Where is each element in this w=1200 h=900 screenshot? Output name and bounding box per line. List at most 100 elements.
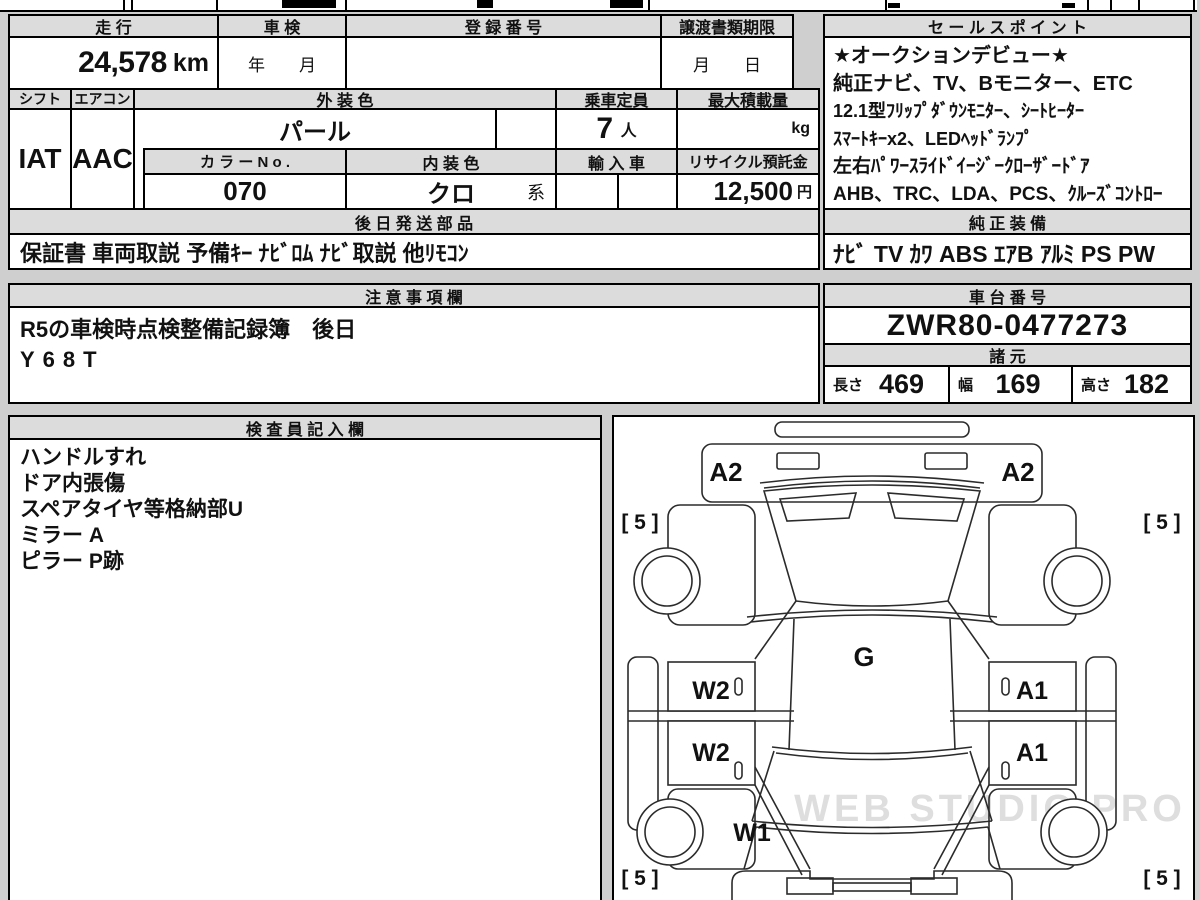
rear-garnish-bar — [832, 882, 912, 892]
genuine-equipment-header: 純 正 装 備 — [823, 208, 1192, 235]
scan-artifact — [610, 0, 643, 8]
inspector-line: ピラー P跡 — [20, 550, 124, 573]
divider — [345, 0, 347, 10]
car-top-view-diagram: WEB STUDIO.PRO A2 A2 [5] [5] G W2 W2… — [621, 421, 1182, 900]
taillight-right — [910, 877, 958, 895]
height-label: 高さ — [1081, 377, 1112, 394]
capacity-unit: 人 — [620, 123, 637, 140]
auction-sheet: 走 行 車 検 登 録 番 号 譲渡書類期限 24,578 km 年 月 月 日… — [0, 0, 1200, 900]
width-cell: 幅 169 — [948, 365, 1073, 404]
capacity-value: 7 人 — [555, 108, 678, 150]
chassis-number-value: ZWR80-0477273 — [823, 306, 1192, 345]
aircon-header: エアコン — [70, 88, 135, 110]
wiper-left — [778, 492, 858, 522]
damage-label-door-front-left: W2 — [692, 677, 730, 705]
hood-panel — [701, 443, 1043, 503]
recycle-deposit-value: 12,500 円 — [676, 173, 820, 210]
inspector-line: ミラー A — [20, 524, 104, 547]
chassis-number-header: 車 台 番 号 — [823, 283, 1192, 308]
exterior-color-header: 外 装 色 — [133, 88, 557, 110]
aircon-value: AAC — [70, 108, 135, 210]
sales-point-line: 純正ナビ、TV、Bモニター、ETC — [833, 72, 1133, 95]
interior-color-suffix: 系 — [527, 182, 545, 203]
capacity-header: 乗車定員 — [555, 88, 678, 110]
import-value-left — [555, 173, 619, 210]
inspector-header: 検 査 員 記 入 欄 — [8, 415, 602, 440]
divider — [123, 0, 125, 10]
shift-header: シフト — [8, 88, 72, 110]
genuine-equipment-value: ﾅﾋﾞ TV ｶﾜ ABS ｴｱB ｱﾙﾐ PS PW — [823, 233, 1192, 270]
sales-points-header: セ ー ル ス ポ イ ン ト — [823, 14, 1192, 38]
notes-line: Y68T — [20, 347, 105, 372]
recycle-number: 12,500 — [713, 176, 793, 206]
inspector-line: スペアタイヤ等格納部U — [20, 498, 244, 521]
inspector-line: ドア内張傷 — [20, 472, 125, 495]
specs-header: 諸 元 — [823, 343, 1192, 367]
capacity-number: 7 — [596, 112, 613, 145]
scan-artifact — [477, 0, 493, 8]
sales-point-line: AHB、TRC、LDA、PCS、ｸﾙｰｽﾞｺﾝﾄﾛｰ — [833, 183, 1163, 205]
sill-rails — [628, 710, 1116, 722]
rear-window-top — [771, 746, 973, 761]
sales-point-line: 12.1型ﾌﾘｯﾌﾟﾀﾞｳﾝﾓﾆﾀｰ、ｼｰﾄﾋｰﾀｰ — [833, 101, 1085, 121]
registration-header: 登 録 番 号 — [345, 14, 662, 38]
sales-point-line: ｽﾏｰﾄｷｰx2、LEDﾍｯﾄﾞﾗﾝﾌﾟ — [833, 128, 1034, 149]
mileage-number: 24,578 — [78, 46, 167, 79]
damage-label-door-rear-right: A1 — [1016, 739, 1048, 767]
notes-header: 注 意 事 項 欄 — [8, 283, 820, 308]
divider — [885, 0, 887, 10]
length-value: 469 — [878, 369, 925, 399]
length-label: 長さ — [833, 377, 864, 394]
inspector-body: ハンドルすれ ドア内張傷 スペアタイヤ等格納部U ミラー A ピラー P跡 — [8, 438, 602, 900]
cowl-strip — [759, 475, 985, 489]
transfer-deadline-header: 譲渡書類期限 — [660, 14, 794, 38]
mileage-value: 24,578 km — [8, 36, 219, 90]
rear-wheel-right — [1040, 798, 1108, 866]
divider — [1110, 0, 1112, 10]
damage-label-quarter-rear-left: W1 — [733, 819, 771, 847]
max-load-unit: kg — [791, 120, 810, 137]
tire-grade-front-right: [ 5 ] — [1143, 511, 1180, 534]
inspector-line: ハンドルすれ — [20, 446, 146, 469]
divider — [648, 0, 650, 10]
car-diagram-panel: WEB STUDIO.PRO A2 A2 [5] [5] G W2 W2… — [612, 415, 1195, 900]
width-value: 169 — [995, 369, 1041, 399]
max-load-header: 最大積載量 — [676, 88, 820, 110]
color-no-value: 070 — [143, 173, 347, 210]
cut-off-row — [0, 0, 1197, 12]
interior-color-value: クロ 系 — [345, 173, 557, 210]
front-bumper-bar — [774, 421, 970, 438]
inspection-value: 年 月 — [217, 36, 347, 90]
scan-artifact — [1062, 3, 1075, 8]
rear-wheel-left — [636, 798, 704, 866]
front-wheel-left — [633, 547, 701, 615]
taillight-left — [786, 877, 834, 895]
recycle-deposit-header: リサイクル預託金 — [676, 148, 820, 175]
sales-point-line: ★オークションデビュー★ — [833, 45, 1069, 67]
notes-line: R5の車検時点検整備記録簿 後日 — [20, 317, 357, 342]
rear-bumper — [731, 870, 1013, 900]
mileage-header: 走 行 — [8, 14, 219, 38]
front-wheel-right — [1043, 547, 1111, 615]
scan-artifact — [888, 3, 900, 8]
tire-grade-rear-right: [ 5 ] — [1143, 867, 1180, 890]
shipped-parts-header: 後 日 発 送 部 品 — [8, 208, 820, 235]
headlight-right — [924, 452, 968, 470]
windshield — [762, 484, 982, 607]
wiper-right — [886, 492, 966, 522]
width-label: 幅 — [958, 377, 974, 394]
divider — [131, 0, 133, 10]
damage-label-hood-left: A2 — [709, 457, 742, 487]
recycle-unit: 円 — [796, 184, 812, 201]
divider — [216, 0, 218, 10]
tire-grade-rear-left: [ 5 ] — [621, 867, 658, 890]
transfer-deadline-value: 月 日 — [660, 36, 794, 90]
damage-label-door-front-right: A1 — [1016, 677, 1048, 705]
height-value: 182 — [1123, 369, 1170, 399]
registration-value — [345, 36, 662, 90]
damage-label-hood-right: A2 — [1001, 457, 1034, 487]
exterior-color-extra — [495, 108, 557, 150]
interior-color-name: クロ — [427, 181, 475, 208]
scan-artifact — [282, 0, 336, 8]
exterior-color-value: パール — [133, 108, 497, 150]
